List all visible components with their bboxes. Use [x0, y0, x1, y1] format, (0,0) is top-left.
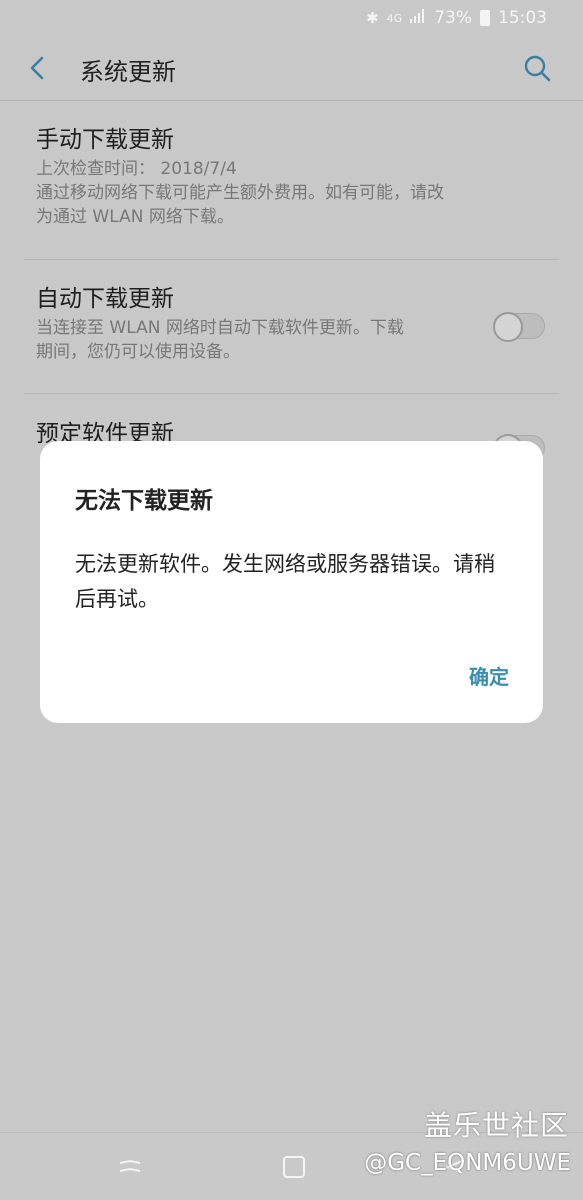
- watermark-brand: 盖乐世社区: [423, 1109, 569, 1142]
- network-type: 4G: [386, 11, 403, 25]
- setting-description-cont: 为通过 WLAN 网络下载。: [36, 207, 234, 227]
- toggle-knob: [493, 312, 523, 342]
- settings-screen: ✱ 4G 73% 15:03 系统更新 手动下载更新 上次检查时间： 2018/…: [0, 0, 583, 1200]
- app-bar: 系统更新: [0, 36, 583, 100]
- home-icon[interactable]: [280, 1153, 308, 1181]
- back-arrow-icon[interactable]: [24, 54, 52, 82]
- page-title: 系统更新: [80, 58, 176, 86]
- setting-title: 自动下载更新: [36, 286, 174, 312]
- setting-manual-download[interactable]: 手动下载更新 上次检查时间： 2018/7/4 通过移动网络下载可能产生额外费用…: [0, 125, 583, 229]
- list-divider: [24, 259, 559, 260]
- setting-description: 通过移动网络下载可能产生额外费用。如有可能，请改: [36, 183, 444, 203]
- status-bar: ✱ 4G 73% 15:03: [0, 0, 583, 36]
- setting-description: 当连接至 WLAN 网络时自动下载软件更新。下载: [36, 318, 404, 338]
- dialog-title: 无法下载更新: [75, 488, 213, 514]
- setting-title: 手动下载更新: [36, 127, 174, 153]
- bluetooth-icon: ✱: [366, 9, 379, 27]
- setting-description-cont: 期间，您仍可以使用设备。: [36, 342, 240, 362]
- setting-last-check: 上次检查时间： 2018/7/4: [36, 159, 237, 179]
- auto-download-toggle[interactable]: [493, 312, 545, 342]
- search-icon[interactable]: [522, 53, 552, 83]
- ok-button[interactable]: 确定: [469, 661, 509, 690]
- app-bar-divider: [0, 100, 583, 101]
- battery-percent: 73%: [434, 8, 472, 28]
- dialog-message: 无法更新软件。发生网络或服务器错误。请稍后再试。: [75, 552, 495, 611]
- battery-icon: [480, 10, 490, 26]
- clock: 15:03: [498, 8, 547, 28]
- watermark-user: @GC_EQNM6UWE: [364, 1150, 571, 1176]
- error-dialog: 无法下载更新 无法更新软件。发生网络或服务器错误。请稍后再试。 确定: [40, 441, 543, 723]
- list-divider: [24, 393, 559, 394]
- recent-apps-icon[interactable]: [116, 1153, 144, 1181]
- signal-icon: [410, 9, 426, 27]
